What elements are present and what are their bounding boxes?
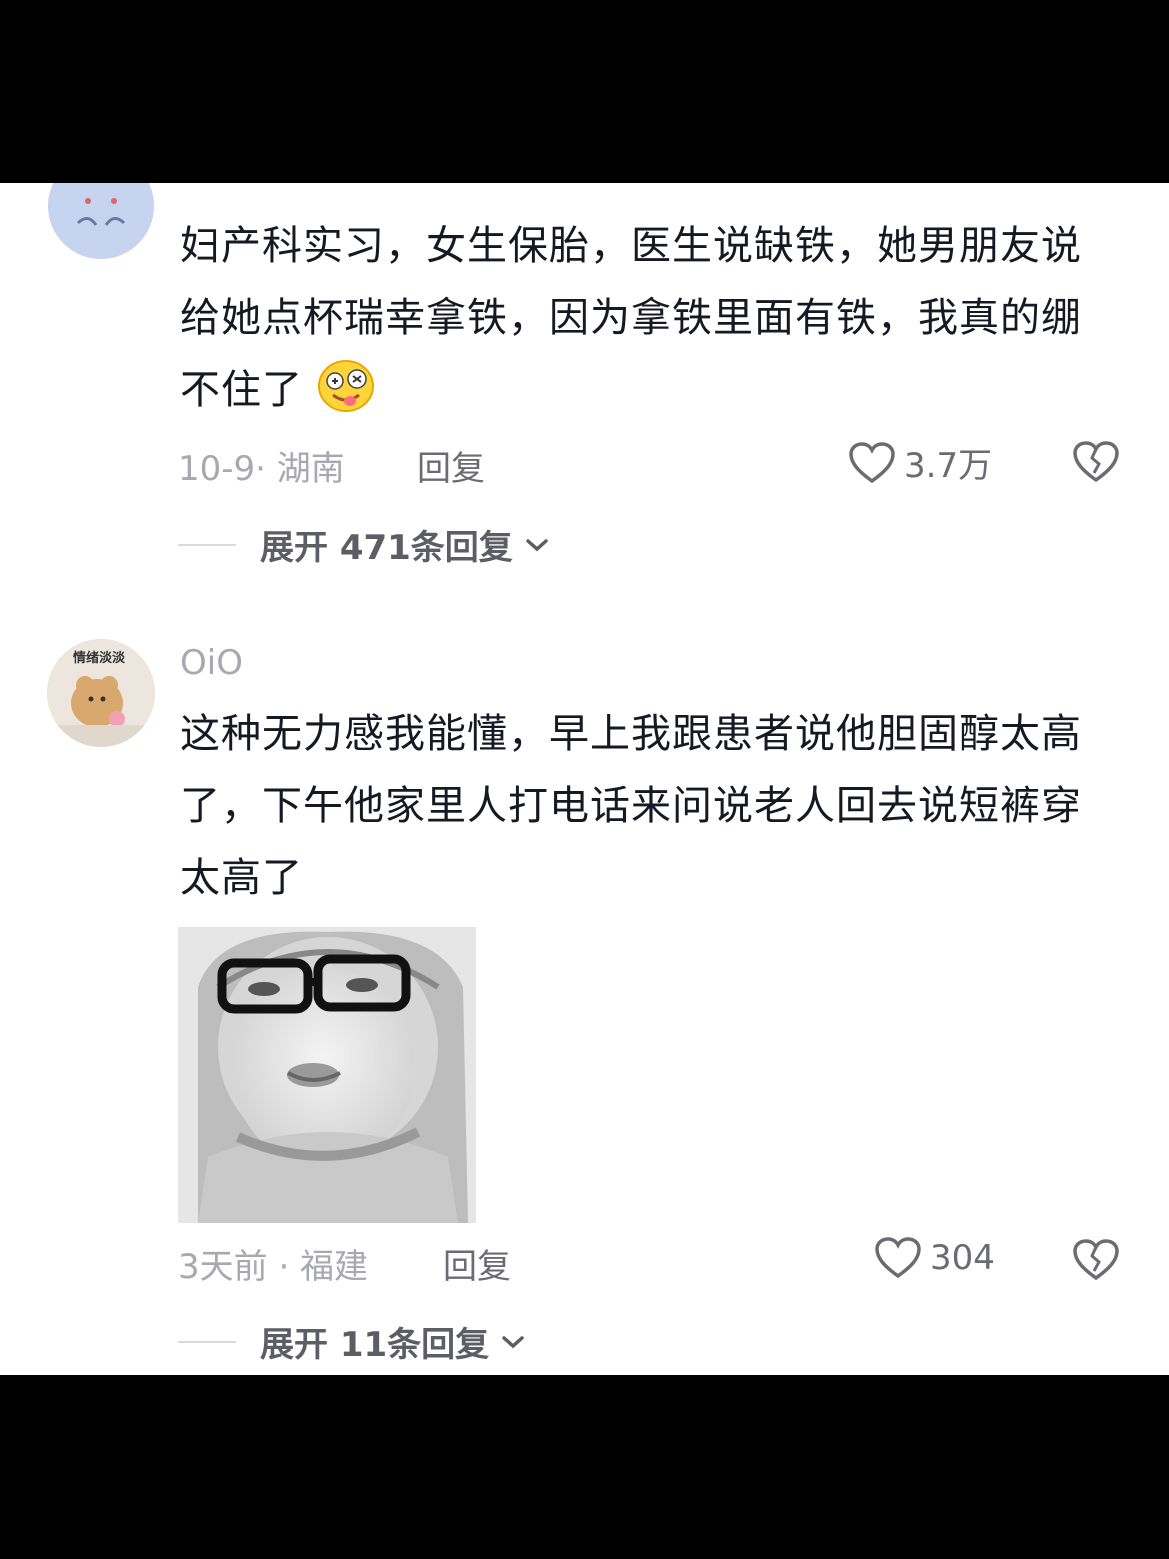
divider-line	[178, 1340, 236, 1343]
dislike-button[interactable]	[1072, 1238, 1120, 1286]
like-count: 3.7万	[904, 446, 993, 486]
sticker-image[interactable]	[178, 927, 476, 1223]
comment-date-location: 3天前 · 福建	[178, 1247, 369, 1287]
like-button[interactable]: 304	[874, 1236, 995, 1280]
comment-text: 妇产科实习，女生保胎，医生说缺铁，她男朋友说给她点杯瑞幸拿铁，因为拿铁里面有铁，…	[180, 210, 1110, 426]
avatar-image	[48, 183, 154, 259]
broken-heart-icon	[1073, 441, 1119, 483]
expand-replies-button[interactable]: 展开 11条回复	[178, 1317, 527, 1366]
heart-icon	[849, 441, 895, 483]
comment-text: 这种无力感我能懂，早上我跟患者说他胆固醇太高了，下午他家里人打电话来问说老人回去…	[180, 711, 1082, 901]
expand-replies-label: 展开 471条回复	[260, 528, 513, 568]
expand-replies-button[interactable]: 展开 471条回复	[178, 520, 551, 569]
broken-heart-icon	[1073, 1239, 1119, 1281]
chevron-down-icon	[502, 1335, 524, 1348]
expand-replies-label: 展开 11条回复	[260, 1325, 490, 1365]
drooling-dizzy-face-emoji-icon	[317, 360, 374, 412]
reply-button[interactable]: 回复	[417, 441, 485, 490]
comment-date-location: 10-9· 湖南	[178, 449, 345, 489]
comments-screen: 妇产科实习，女生保胎，医生说缺铁，她男朋友说给她点杯瑞幸拿铁，因为拿铁里面有铁，…	[0, 183, 1169, 1375]
dislike-button[interactable]	[1072, 440, 1120, 488]
avatar-caption: 情绪淡淡	[73, 651, 126, 666]
avatar[interactable]	[48, 183, 154, 259]
sticker-face-image	[178, 927, 476, 1223]
like-count: 304	[930, 1238, 995, 1278]
reply-button[interactable]: 回复	[443, 1239, 511, 1288]
username[interactable]: OiO	[180, 643, 243, 683]
comment-text-content: 妇产科实习，女生保胎，医生说缺铁，她男朋友说给她点杯瑞幸拿铁，因为拿铁里面有铁，…	[180, 223, 1082, 413]
heart-icon	[875, 1237, 921, 1279]
like-button[interactable]: 3.7万	[848, 438, 992, 487]
chevron-down-icon	[526, 538, 548, 551]
avatar[interactable]: 情绪淡淡	[47, 639, 155, 747]
divider-line	[178, 543, 236, 546]
